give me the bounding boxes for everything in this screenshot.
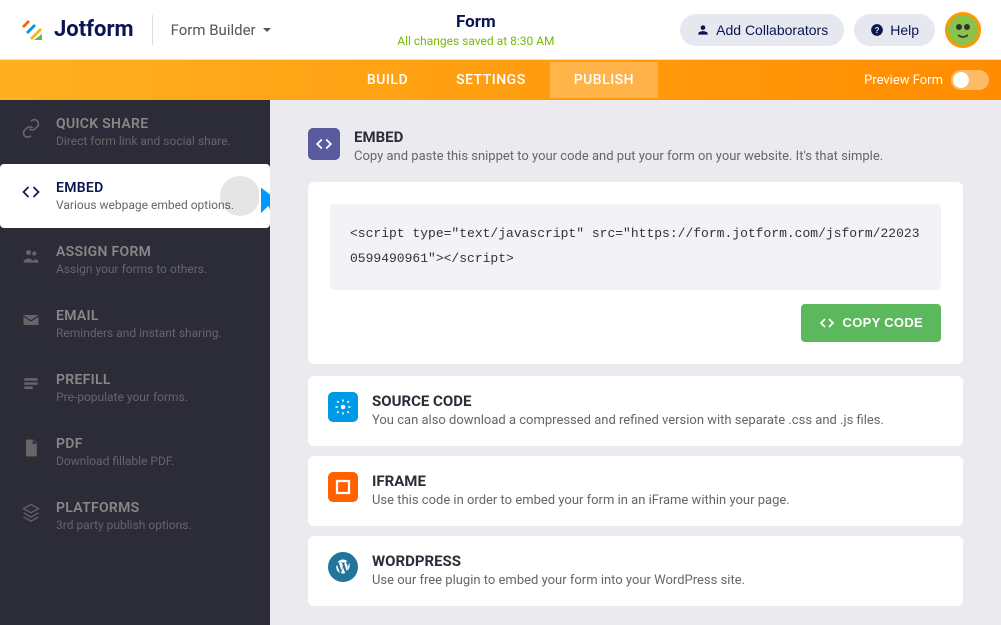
wordpress-logo-icon xyxy=(334,558,352,576)
tab-build[interactable]: BUILD xyxy=(343,62,432,98)
link-icon xyxy=(20,118,42,138)
sidebar-item-prefill[interactable]: PREFILL Pre-populate your forms. xyxy=(0,356,270,420)
tab-settings[interactable]: SETTINGS xyxy=(432,62,550,98)
sidebar-item-desc: Download fillable PDF. xyxy=(56,454,250,468)
tabs: BUILD SETTINGS PUBLISH xyxy=(343,62,658,98)
sidebar-item-desc: Pre-populate your forms. xyxy=(56,390,250,404)
tab-publish[interactable]: PUBLISH xyxy=(550,62,658,98)
sidebar-item-platforms[interactable]: PLATFORMS 3rd party publish options. xyxy=(0,484,270,548)
sidebar-item-desc: Direct form link and social share. xyxy=(56,134,250,148)
sidebar-item-title: PLATFORMS xyxy=(56,500,250,516)
form-builder-dropdown[interactable]: Form Builder xyxy=(171,21,272,39)
preview-toggle[interactable] xyxy=(951,70,989,90)
pdf-icon xyxy=(20,438,42,458)
sidebar-item-desc: Assign your forms to others. xyxy=(56,262,250,276)
embed-main-card: <script type="text/javascript" src="http… xyxy=(308,182,963,363)
email-icon xyxy=(20,310,42,330)
iframe-icon xyxy=(328,472,358,502)
option-wordpress[interactable]: WORDPRESS Use our free plugin to embed y… xyxy=(308,536,963,606)
option-desc: Use this code in order to embed your for… xyxy=(372,492,790,510)
logo-text: Jotform xyxy=(54,17,134,42)
option-iframe[interactable]: IFRAME Use this code in order to embed y… xyxy=(308,456,963,526)
form-title[interactable]: Form xyxy=(272,12,681,32)
user-icon xyxy=(696,23,710,37)
wordpress-icon xyxy=(328,552,358,582)
frame-icon xyxy=(334,478,352,496)
gear-icon xyxy=(334,398,352,416)
embed-code-box[interactable]: <script type="text/javascript" src="http… xyxy=(330,204,941,289)
code-icon xyxy=(819,315,835,331)
chevron-down-icon xyxy=(262,25,272,35)
toggle-knob xyxy=(953,72,969,88)
main-area: QUICK SHARE Direct form link and social … xyxy=(0,100,1001,625)
option-title: IFRAME xyxy=(372,472,790,490)
option-desc: Use our free plugin to embed your form i… xyxy=(372,572,745,590)
help-button[interactable]: ? Help xyxy=(854,14,935,46)
avatar-image-icon xyxy=(948,15,978,45)
tabs-bar: BUILD SETTINGS PUBLISH Preview Form xyxy=(0,60,1001,100)
divider xyxy=(152,15,153,45)
sidebar-item-desc: 3rd party publish options. xyxy=(56,518,250,532)
jotform-logo-icon xyxy=(20,18,44,42)
sidebar-item-assign-form[interactable]: ASSIGN FORM Assign your forms to others. xyxy=(0,228,270,292)
option-source-code[interactable]: SOURCE CODE You can also download a comp… xyxy=(308,376,963,446)
sidebar-item-email[interactable]: EMAIL Reminders and instant sharing. xyxy=(0,292,270,356)
logo-section: Jotform xyxy=(20,17,134,42)
users-icon xyxy=(20,246,42,266)
cursor-pointer-icon xyxy=(256,182,270,230)
sidebar-item-title: ASSIGN FORM xyxy=(56,244,250,260)
copy-code-button[interactable]: COPY CODE xyxy=(801,304,941,342)
form-builder-label: Form Builder xyxy=(171,21,256,39)
preview-label: Preview Form xyxy=(864,73,943,88)
content: EMBED Copy and paste this snippet to you… xyxy=(270,100,1001,625)
user-avatar[interactable] xyxy=(945,12,981,48)
code-icon xyxy=(20,182,42,202)
header: Jotform Form Builder Form All changes sa… xyxy=(0,0,1001,60)
header-actions: Add Collaborators ? Help xyxy=(680,12,981,48)
option-title: SOURCE CODE xyxy=(372,392,884,410)
sidebar-item-title: QUICK SHARE xyxy=(56,116,250,132)
center-section: Form All changes saved at 8:30 AM xyxy=(272,12,681,48)
sidebar-item-desc: Reminders and instant sharing. xyxy=(56,326,250,340)
preview-toggle-section: Preview Form xyxy=(864,70,989,90)
source-code-icon xyxy=(328,392,358,422)
embed-title: EMBED xyxy=(354,128,883,146)
add-collaborators-label: Add Collaborators xyxy=(716,22,828,38)
code-icon xyxy=(315,135,333,153)
help-label: Help xyxy=(890,22,919,38)
embed-panel-header: EMBED Copy and paste this snippet to you… xyxy=(308,128,963,166)
help-icon: ? xyxy=(870,23,884,37)
sidebar-item-title: EMAIL xyxy=(56,308,250,324)
option-title: WORDPRESS xyxy=(372,552,745,570)
save-status: All changes saved at 8:30 AM xyxy=(272,34,681,48)
prefill-icon xyxy=(20,374,42,394)
sidebar-item-title: PREFILL xyxy=(56,372,250,388)
sidebar: QUICK SHARE Direct form link and social … xyxy=(0,100,270,625)
option-desc: You can also download a compressed and r… xyxy=(372,412,884,430)
embed-panel-icon xyxy=(308,128,340,160)
sidebar-item-quick-share[interactable]: QUICK SHARE Direct form link and social … xyxy=(0,100,270,164)
sidebar-item-pdf[interactable]: PDF Download fillable PDF. xyxy=(0,420,270,484)
click-indicator xyxy=(220,176,260,216)
add-collaborators-button[interactable]: Add Collaborators xyxy=(680,14,844,46)
platforms-icon xyxy=(20,502,42,522)
sidebar-item-title: PDF xyxy=(56,436,250,452)
embed-desc: Copy and paste this snippet to your code… xyxy=(354,148,883,166)
copy-code-label: COPY CODE xyxy=(843,315,923,330)
svg-text:?: ? xyxy=(875,25,880,34)
sidebar-item-embed[interactable]: EMBED Various webpage embed options. xyxy=(0,164,270,228)
